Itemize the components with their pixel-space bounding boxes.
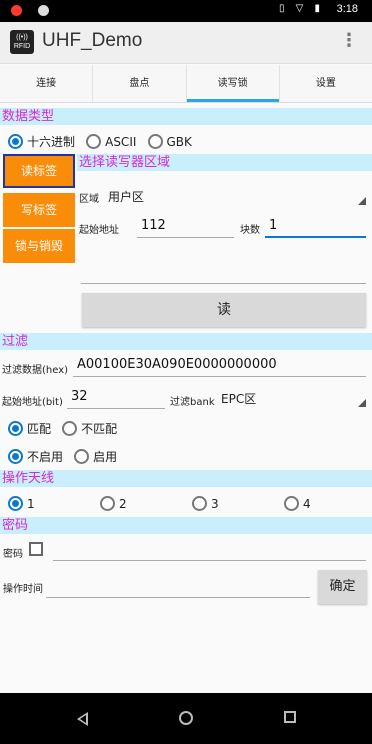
area-header: 选择读写器区域 [77,154,372,171]
read-tag-button[interactable]: 读标签 [3,154,75,188]
tab-bar: 连接 盘点 读写锁 设置 [0,65,372,103]
filter-start-label: 起始地址(bit) [2,397,63,408]
radio-antenna-4-icon [284,496,299,511]
app-title: UHF_Demo [42,30,143,51]
home-icon[interactable] [179,711,193,725]
recents-icon[interactable] [284,711,296,723]
radio-hex-icon [8,134,23,149]
block-count-input[interactable]: 1 [265,216,366,238]
app-bar: ((•)) RFID UHF_Demo ⋮ [0,22,372,64]
radio-hex[interactable]: 十六进制 [8,131,75,150]
radio-disable-icon [8,449,23,464]
data-type-header: 数据类型 [0,108,372,125]
radio-gbk[interactable]: GBK [147,131,192,150]
back-icon-inner [80,715,86,723]
antenna-1[interactable]: 1 [8,493,35,512]
enable-group: 不启用 启用 [8,446,117,465]
write-tag-button[interactable]: 写标签 [3,193,75,227]
confirm-button[interactable]: 确定 [318,570,367,604]
area-spinner[interactable]: 用户区 [104,186,366,206]
radio-no-match-icon [62,421,78,436]
more-vert-icon[interactable]: ⋮ [340,30,358,51]
read-button[interactable]: 读 [82,293,366,327]
data-type-group: 十六进制 ASCII GBK [8,131,192,150]
antenna-header: 操作天线 [0,470,372,487]
radio-enable[interactable]: 启用 [74,446,117,465]
notification-icon [11,5,22,16]
status-bar: ▯ ▽ ▮ 3:18 [0,0,372,22]
operation-time-label: 操作时间 [3,584,43,595]
tab-connect[interactable]: 连接 [0,65,94,102]
start-address-input[interactable]: 112 [137,216,234,238]
radio-antenna-1-icon [8,496,23,511]
read-data-field[interactable] [81,262,366,284]
dropdown-arrow-icon [358,399,366,407]
password-header: 密码 [0,517,372,534]
match-group: 匹配 不匹配 [8,418,117,437]
start-address-label: 起始地址 [79,225,119,236]
status-icons: ▯ ▽ ▮ [278,3,324,14]
radio-enable-icon [74,449,90,464]
operation-time-input[interactable] [46,576,310,598]
tab-read-write-lock[interactable]: 读写锁 [186,65,280,102]
dropdown-arrow-icon [358,197,366,205]
filter-bank-label: 过滤bank [170,397,215,408]
filter-bank-value: EPC区 [221,392,257,406]
radio-match-icon [8,421,23,436]
status-time: 3:18 [336,3,358,15]
antenna-3[interactable]: 3 [192,493,219,512]
radio-antenna-2-icon [100,496,115,511]
lock-destroy-button[interactable]: 锁与销毁 [3,229,75,263]
navigation-bar [0,693,372,744]
app-logo-icon: ((•)) RFID [10,30,34,54]
area-label: 区域 [79,194,99,205]
radio-antenna-3-icon [192,496,207,511]
radio-ascii[interactable]: ASCII [86,131,136,150]
radio-disable[interactable]: 不启用 [8,446,63,465]
antenna-4[interactable]: 4 [284,493,311,512]
password-label: 密码 [3,549,23,560]
filter-data-input[interactable]: A00100E30A090E0000000000 [73,355,366,377]
sync-icon [38,5,49,16]
filter-bank-spinner[interactable]: EPC区 [217,388,366,408]
radio-ascii-icon [86,134,102,149]
filter-data-label: 过滤数据(hex) [2,365,69,376]
radio-gbk-icon [147,134,163,149]
block-count-label: 块数 [240,225,260,236]
radio-no-match[interactable]: 不匹配 [62,418,117,437]
filter-start-input[interactable]: 32 [67,387,165,409]
filter-header: 过滤 [0,333,372,350]
antenna-2[interactable]: 2 [100,493,127,512]
tab-inventory[interactable]: 盘点 [93,65,187,102]
password-checkbox[interactable] [29,542,43,556]
radio-match[interactable]: 匹配 [8,418,51,437]
tab-settings[interactable]: 设置 [280,65,372,102]
password-input[interactable] [53,539,366,561]
area-value: 用户区 [108,190,145,204]
